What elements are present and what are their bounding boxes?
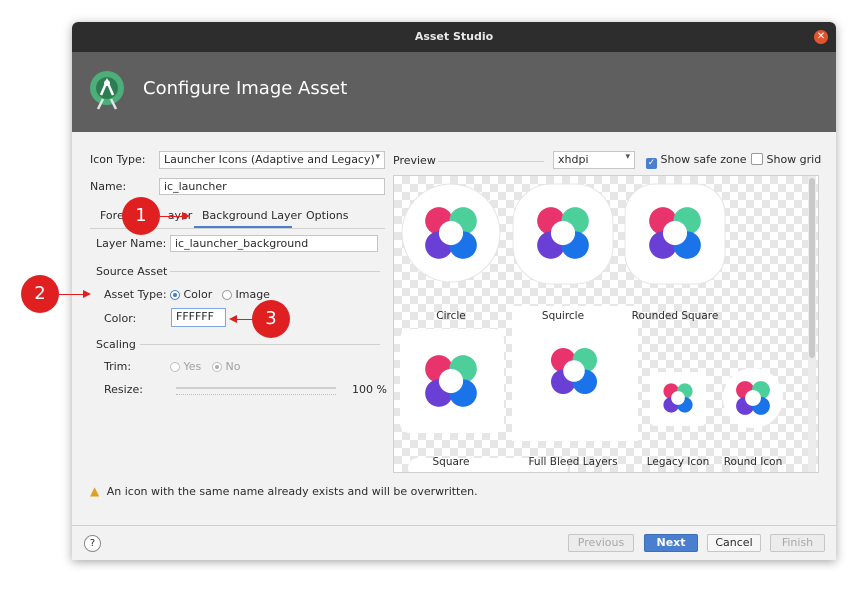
color-label: Color: [104, 312, 137, 325]
next-button[interactable]: Next [644, 534, 698, 552]
trim-no-option[interactable]: No [212, 360, 240, 373]
preview-full-bleed-icon [512, 306, 638, 441]
density-value: xhdpi [558, 153, 589, 166]
icon-type-select[interactable]: Launcher Icons (Adaptive and Legacy) ▾ [159, 151, 385, 169]
callout-1-arrowhead [182, 212, 190, 220]
warning-icon: ▲ [90, 484, 100, 498]
radio-image[interactable] [222, 290, 232, 300]
asset-type-color-option[interactable]: Color [170, 288, 212, 301]
callout-1: 1 [122, 197, 160, 235]
density-select[interactable]: xhdpi ▾ [553, 151, 635, 169]
preview-scrollbar[interactable] [808, 176, 816, 472]
scaling-header: Scaling [96, 338, 136, 351]
resize-slider[interactable] [176, 384, 336, 396]
name-input[interactable]: ic_launcher [159, 178, 385, 195]
preview-canvas[interactable]: Circle Squircle Rounded Square Square Fu… [393, 175, 819, 473]
callout-2-arrow [59, 294, 85, 295]
callout-2-arrowhead [83, 290, 91, 298]
chevron-down-icon: ▾ [375, 152, 380, 162]
caption-round-icon: Round Icon [723, 456, 783, 468]
scaling-divider [140, 344, 380, 345]
show-safe-zone-label: Show safe zone [660, 153, 747, 166]
radio-color-selected[interactable] [170, 290, 180, 300]
callout-3: 3 [252, 300, 290, 338]
tab-options[interactable]: Options [306, 206, 348, 226]
close-icon[interactable]: ✕ [814, 30, 828, 44]
caption-rounded-square: Rounded Square [631, 310, 719, 322]
trim-no-label: No [225, 360, 241, 373]
name-label: Name: [90, 180, 127, 193]
radio-trim-yes[interactable] [170, 362, 180, 372]
show-grid-label: Show grid [766, 153, 822, 166]
resize-value: 100 % [352, 383, 387, 396]
android-studio-logo-icon [90, 71, 124, 110]
asset-type-image-label: Image [235, 288, 270, 301]
asset-studio-window: Asset Studio ✕ Configure Image Asset Ico… [72, 22, 836, 560]
caption-squircle: Squircle [541, 310, 585, 322]
source-asset-header: Source Asset [96, 265, 168, 278]
layer-name-label: Layer Name: [96, 237, 167, 250]
preview-round-icon [723, 368, 783, 428]
title-bar[interactable]: Asset Studio ✕ [72, 22, 836, 52]
callout-1-arrow [160, 216, 184, 217]
layer-name-input[interactable]: ic_launcher_background [170, 235, 378, 252]
preview-rounded-square-icon [624, 183, 726, 285]
tab-foreground-label-start: Fore [100, 209, 124, 222]
callout-3-arrowhead [229, 315, 237, 323]
callout-2: 2 [21, 275, 59, 313]
help-button[interactable]: ? [84, 535, 101, 552]
checkbox-unchecked-icon[interactable] [751, 153, 763, 165]
footer-divider [72, 525, 836, 526]
source-asset-divider [170, 271, 380, 272]
tab-background-label: Background Layer [202, 209, 302, 222]
radio-trim-no[interactable] [212, 362, 222, 372]
caption-full-bleed: Full Bleed Layers [528, 456, 618, 468]
callout-3-arrow [236, 319, 254, 320]
caption-circle: Circle [436, 310, 466, 322]
previous-button[interactable]: Previous [568, 534, 634, 552]
trim-yes-option[interactable]: Yes [170, 360, 201, 373]
color-input[interactable]: FFFFFF [171, 308, 226, 327]
resize-label: Resize: [104, 383, 143, 396]
warning-message: ▲ An icon with the same name already exi… [90, 484, 478, 498]
preview-squircle-icon [512, 183, 614, 285]
window-title: Asset Studio [414, 30, 494, 43]
checkbox-checked-icon[interactable]: ✓ [646, 158, 657, 169]
resize-slider-track [176, 387, 336, 389]
cancel-button[interactable]: Cancel [707, 534, 761, 552]
warning-text: An icon with the same name already exist… [106, 485, 478, 498]
tab-options-label: Options [306, 209, 349, 222]
preview-divider [438, 161, 544, 162]
finish-button[interactable]: Finish [770, 534, 825, 552]
icon-previews [400, 183, 783, 472]
icon-type-label: Icon Type: [90, 153, 146, 166]
header-banner: Configure Image Asset [72, 52, 836, 132]
icon-type-value: Launcher Icons (Adaptive and Legacy) [164, 153, 375, 166]
preview-legacy-icon [650, 372, 706, 426]
trim-yes-label: Yes [183, 360, 202, 373]
show-grid-checkbox[interactable]: Show grid [751, 153, 821, 166]
asset-type-color-label: Color [183, 288, 213, 301]
chevron-down-icon: ▾ [625, 152, 630, 162]
preview-label: Preview [393, 154, 436, 167]
caption-square: Square [432, 456, 470, 468]
page-title: Configure Image Asset [143, 78, 348, 99]
resize-slider-ticks [176, 394, 336, 396]
preview-circle-icon [401, 183, 501, 283]
preview-scrollbar-thumb[interactable] [809, 178, 815, 358]
show-safe-zone-checkbox[interactable]: ✓ Show safe zone [646, 153, 747, 169]
trim-label: Trim: [104, 360, 132, 373]
preview-square-icon [400, 329, 504, 433]
tab-background-layer[interactable]: Background Layer [202, 206, 302, 226]
asset-type-label: Asset Type: [104, 288, 167, 301]
asset-type-image-option[interactable]: Image [222, 288, 270, 301]
